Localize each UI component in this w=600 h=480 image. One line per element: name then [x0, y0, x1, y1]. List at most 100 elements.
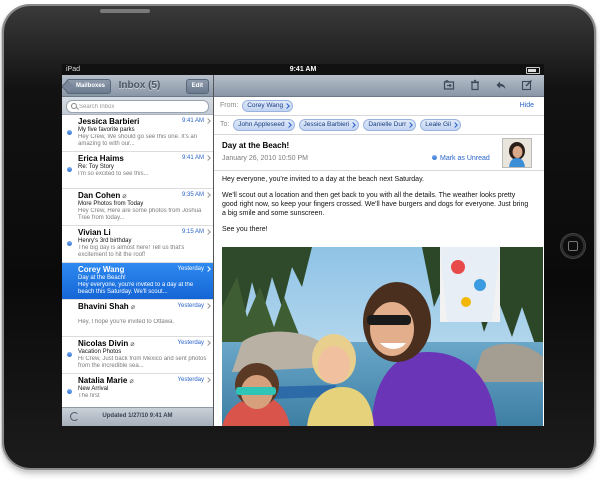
- screen: iPad 9:41 AM Mailboxes Inbox (5) Edit Je…: [62, 64, 544, 426]
- message-detail-pane: From: Corey Wang Hide To: John Appleseed…: [214, 75, 544, 426]
- unread-dot-icon: [432, 155, 437, 160]
- message-time: 9:41 AM: [181, 155, 204, 161]
- compose-icon[interactable]: [521, 79, 533, 91]
- sender-avatar: [502, 138, 532, 168]
- hide-details-link[interactable]: Hide: [520, 102, 534, 109]
- chevron-right-icon: [205, 192, 211, 198]
- message-sender-name: Nicolas Divin: [78, 339, 129, 348]
- recipient-chip[interactable]: Leale Gil: [420, 119, 461, 131]
- message-preview: Hi Crew, Just back from Mexico and sent …: [78, 356, 207, 369]
- message-row[interactable]: Vivian Li 9:15 AM Henry's 3rd birthday T…: [62, 226, 213, 263]
- message-preview: Hey Crew, We should go see this one. It'…: [78, 134, 198, 147]
- message-preview: Hey Crew, Here are some photos from Josh…: [78, 208, 202, 221]
- beach-photo-attachment[interactable]: [222, 247, 543, 426]
- message-row[interactable]: Nicolas Divin ⌀ Yesterday Vacation Photos…: [62, 337, 213, 374]
- recipient-chip[interactable]: Danielle Durr: [363, 119, 417, 131]
- message-sender: Bhavini Shah ⌀: [78, 302, 135, 311]
- message-sender: Nicolas Divin ⌀: [78, 339, 134, 348]
- message-subject: My five favorite parks: [78, 127, 135, 133]
- message-subject: Vacation Photos: [78, 349, 122, 355]
- recipient-chip[interactable]: John Appleseed: [233, 119, 295, 131]
- message-time: Yesterday: [177, 303, 204, 309]
- to-label: To:: [220, 121, 230, 128]
- home-button[interactable]: [561, 234, 585, 258]
- message-sender-name: Natalia Marie: [78, 376, 128, 385]
- list-bottom-toolbar: Updated 1/27/10 9:41 AM: [62, 407, 213, 426]
- unread-dot-icon: [67, 241, 72, 246]
- message-row[interactable]: Natalia Marie ⌀ Yesterday New Arrival The…: [62, 374, 213, 408]
- attachment-icon: ⌀: [130, 304, 135, 311]
- unread-dot-icon: [67, 167, 72, 172]
- trash-icon[interactable]: [469, 79, 481, 91]
- message-subject: Day at the Beach!: [78, 275, 126, 281]
- search-field[interactable]: [66, 100, 209, 113]
- message-sender-name: Dan Cohen: [78, 191, 121, 200]
- header-divider: [214, 115, 544, 116]
- message-preview: The first: [78, 393, 100, 399]
- message-subject: New Arrival: [78, 386, 109, 392]
- updated-status: Updated 1/27/10 9:41 AM: [102, 413, 173, 419]
- inbox-navbar: Mailboxes Inbox (5) Edit: [62, 75, 213, 97]
- message-preview: Hey, I hope you're invited to Ottawa.: [78, 319, 175, 325]
- avatar-photo: [503, 139, 531, 167]
- message-preview: Hey everyone, you're invited to a day at…: [78, 282, 194, 295]
- chevron-right-icon: [205, 303, 211, 309]
- message-sender: Vivian Li: [78, 228, 111, 237]
- unread-dot-icon: [67, 389, 72, 394]
- beach-photo: [222, 247, 543, 426]
- message-preview: I'm so excited to see this...: [78, 171, 149, 177]
- message-time: 9:41 AM: [181, 118, 204, 124]
- from-row: From: Corey Wang: [220, 100, 294, 112]
- to-row: To: John Appleseed Jessica Barbieri Dani…: [220, 119, 461, 131]
- status-time: 9:41 AM: [289, 66, 317, 73]
- message-time: Yesterday: [177, 377, 204, 383]
- message-row[interactable]: Erica Haims 9:41 AM Re: Toy Story I'm so…: [62, 152, 213, 189]
- header-divider: [214, 134, 544, 135]
- chevron-right-icon: [205, 155, 211, 161]
- from-sender-chip[interactable]: Corey Wang: [242, 100, 294, 112]
- search-input[interactable]: [79, 101, 189, 112]
- message-subject-title: Day at the Beach!: [222, 141, 290, 150]
- body-paragraph: We'll scout out a location and then get …: [222, 192, 529, 217]
- message-time: 9:35 AM: [181, 192, 204, 198]
- message-sender: Jessica Barbieri: [78, 117, 140, 126]
- attachment-icon: ⌀: [130, 341, 135, 348]
- message-row[interactable]: Jessica Barbieri 9:41 AM My five favorit…: [62, 115, 213, 152]
- message-row[interactable]: Dan Cohen ⌀ 9:35 AM More Photos from Toda…: [62, 189, 213, 226]
- message-preview: The big day is almost here! Tell us that…: [78, 245, 185, 258]
- chevron-right-icon: [205, 377, 211, 383]
- inbox-title: Inbox (5): [118, 80, 161, 91]
- unread-dot-icon: [67, 352, 72, 357]
- attachment-icon: ⌀: [129, 378, 134, 385]
- attachment-icon: ⌀: [122, 193, 127, 200]
- message-sender: Natalia Marie ⌀: [78, 376, 134, 385]
- message-list: Jessica Barbieri 9:41 AM My five favorit…: [62, 115, 213, 408]
- search-icon: [71, 103, 77, 109]
- folder-move-icon[interactable]: [443, 79, 455, 91]
- message-sender-name: Bhavini Shah: [78, 302, 129, 311]
- message-time: Yesterday: [177, 340, 204, 346]
- message-subject: Re: Toy Story: [78, 164, 114, 170]
- search-bar: [62, 97, 213, 115]
- unread-dot-icon: [67, 130, 72, 135]
- message-sender: Dan Cohen ⌀: [78, 191, 126, 200]
- message-toolbar: [214, 75, 544, 97]
- message-body: Hey everyone, you're invited to a day at…: [222, 175, 532, 241]
- chevron-right-icon: [205, 340, 211, 346]
- body-paragraph: Hey everyone, you're invited to a day at…: [222, 176, 424, 183]
- message-row-selected[interactable]: Corey Wang Yesterday Day at the Beach! H…: [62, 263, 213, 300]
- home-button-icon: [568, 241, 578, 251]
- edit-button[interactable]: Edit: [185, 79, 209, 94]
- status-bar: iPad 9:41 AM: [62, 64, 544, 75]
- recipient-chip[interactable]: Jessica Barbieri: [298, 119, 360, 131]
- mark-as-unread-button[interactable]: Mark as Unread: [432, 155, 490, 162]
- message-row[interactable]: Bhavini Shah ⌀ Yesterday Hey, I hope you'…: [62, 300, 213, 337]
- reply-icon[interactable]: [495, 79, 507, 91]
- message-subject: More Photos from Today: [78, 201, 144, 207]
- message-list-pane: Mailboxes Inbox (5) Edit Jessica Barbier…: [62, 75, 214, 426]
- message-time: Yesterday: [177, 266, 204, 272]
- chevron-right-icon: [205, 266, 211, 272]
- sleep-button[interactable]: [100, 9, 150, 13]
- battery-icon: [526, 67, 540, 74]
- chevron-right-icon: [205, 118, 211, 124]
